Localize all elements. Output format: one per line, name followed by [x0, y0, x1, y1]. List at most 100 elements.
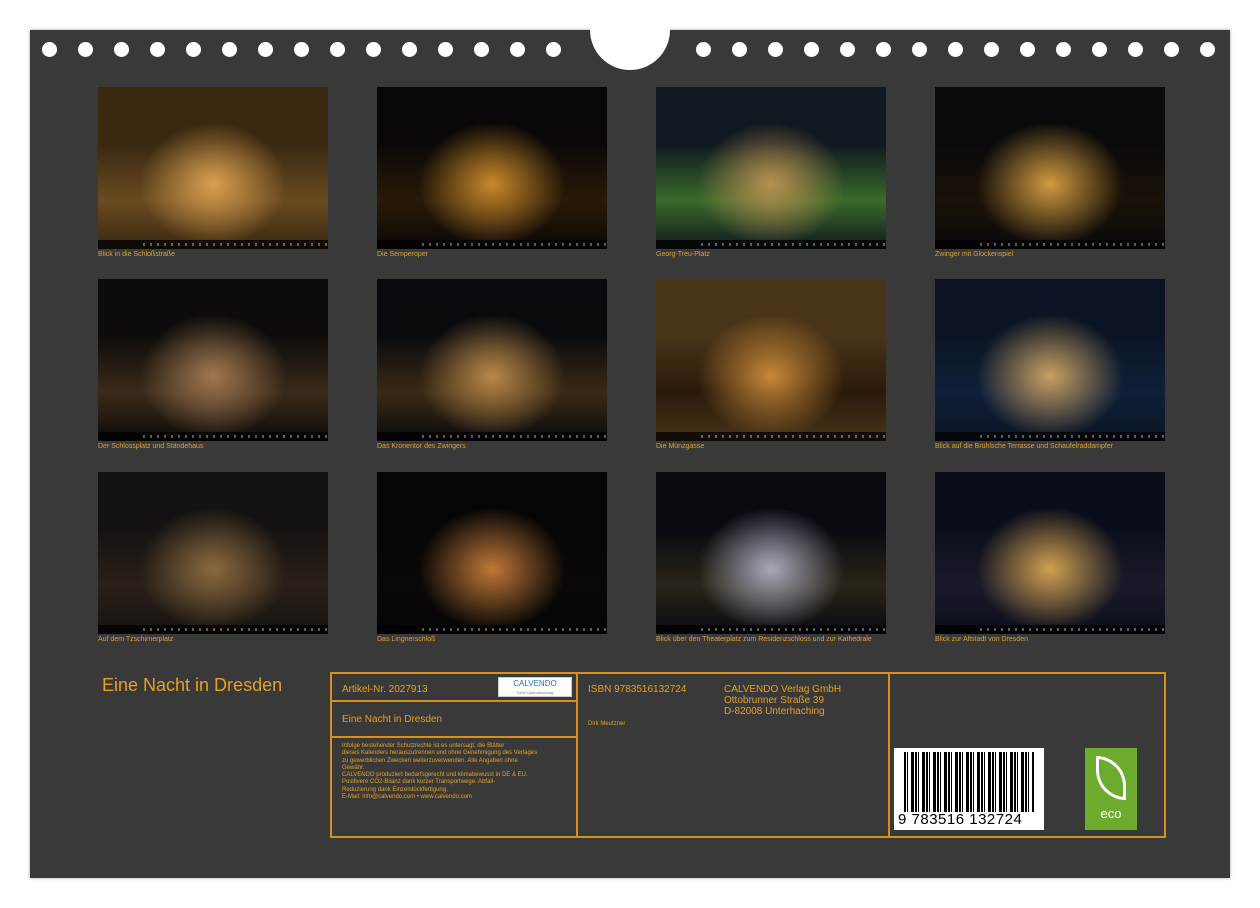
binding-hole — [948, 42, 963, 57]
photo-caption: Georg-Treu-Platz — [656, 251, 710, 258]
photo-image — [98, 279, 328, 441]
photo-caption: Das Lingnerschloß — [377, 636, 436, 643]
info-box: Artikel-Nr. 2027913 CALVENDO Dein Kalend… — [330, 672, 1166, 838]
binding-hole — [1128, 42, 1143, 57]
binding-hole — [330, 42, 345, 57]
month-day-strip — [98, 625, 328, 634]
calendar-back-cover: Blick in die Schloßstraße Die Semperoper G… — [30, 22, 1230, 878]
calendar-photo: Blick über den Theaterplatz zum Residenz… — [656, 472, 886, 643]
photo-image — [98, 87, 328, 249]
photo-image — [98, 472, 328, 634]
binding-hole — [1092, 42, 1107, 57]
publisher-line: CALVENDO Verlag GmbH — [724, 684, 842, 695]
calendar-title: Eine Nacht in Dresden — [102, 675, 283, 695]
binding-hole — [42, 42, 57, 57]
publisher-line: Ottobrunner Straße 39 — [724, 695, 825, 706]
photo-image — [656, 279, 886, 441]
calendar-photo: Das Lingnerschloß — [377, 472, 607, 643]
publisher-line: D-82008 Unterhaching — [724, 706, 825, 717]
binding-hole — [1164, 42, 1179, 57]
binding-hole — [510, 42, 525, 57]
month-day-strip — [98, 432, 328, 441]
binding-hole — [1200, 42, 1215, 57]
photo-caption: Zwinger mit Glockenspiel — [935, 251, 1014, 258]
month-day-strip — [935, 625, 1165, 634]
binding-hole — [366, 42, 381, 57]
binding-hole — [1020, 42, 1035, 57]
photo-image — [935, 87, 1165, 249]
photo-caption: Der Schlossplatz und Ständehaus — [98, 443, 204, 450]
calendar-photo: Der Schlossplatz und Ständehaus — [98, 279, 328, 450]
binding-hole — [402, 42, 417, 57]
month-day-strip — [377, 432, 607, 441]
photo-image — [656, 87, 886, 249]
info-calendar-title: Eine Nacht in Dresden — [342, 714, 443, 725]
calendar-photo: Auf dem Tzschirnerplatz — [98, 472, 328, 643]
logo-text: CALVENDO — [513, 679, 557, 688]
binding-hole — [294, 42, 309, 57]
month-day-strip — [656, 432, 886, 441]
binding-hole — [150, 42, 165, 57]
photo-image — [377, 472, 607, 634]
photo-caption: Blick zur Altstadt von Dresden — [935, 636, 1028, 643]
isbn: ISBN 9783516132724 — [588, 684, 687, 695]
barcode-bars — [904, 752, 1034, 812]
publisher-address: CALVENDO Verlag GmbH Ottobrunner Straße 3… — [724, 684, 841, 717]
binding-hole — [1056, 42, 1071, 57]
photo-caption: Blick auf die Brühlsche Terrasse und Sch… — [935, 443, 1114, 450]
binding-hole — [804, 42, 819, 57]
calendar-photo: Blick zur Altstadt von Dresden — [935, 472, 1165, 643]
binding-hole — [876, 42, 891, 57]
photo-image — [656, 472, 886, 634]
photo-caption: Das Kronentor des Zwingers — [377, 443, 466, 450]
eco-label: eco — [1100, 806, 1122, 821]
calendar-photo: Blick auf die Brühlsche Terrasse und Sch… — [935, 279, 1165, 450]
month-day-strip — [377, 625, 607, 634]
article-number: Artikel-Nr. 2027913 — [342, 684, 428, 695]
month-day-strip — [935, 240, 1165, 249]
calendar-photo: Die Semperoper — [377, 87, 607, 258]
calvendo-logo: CALVENDO Dein Kalenderverlag — [498, 677, 572, 697]
legal-line: Positivere CO2-Bilanz dank kurzer Transp… — [342, 779, 496, 786]
photo-caption: Die Semperoper — [377, 251, 428, 258]
calendar-photo: Zwinger mit Glockenspiel — [935, 87, 1165, 258]
binding-hole — [438, 42, 453, 57]
binding-hole — [840, 42, 855, 57]
legal-line: E-Mail: info@calvendo.com • www.calvendo… — [342, 794, 472, 801]
binding-hole — [546, 42, 561, 57]
photo-image — [935, 279, 1165, 441]
binding-hole — [474, 42, 489, 57]
month-day-strip — [935, 432, 1165, 441]
barcode: 9 783516 132724 — [894, 748, 1044, 830]
eco-badge: eco — [1085, 748, 1137, 830]
month-day-strip — [377, 240, 607, 249]
binding-hole — [732, 42, 747, 57]
legal-line: dieses Kalenders herauszutrennen und ohn… — [342, 750, 538, 757]
binding-hole — [114, 42, 129, 57]
binding-hole — [258, 42, 273, 57]
legal-line: CALVENDO produziert bedarfsgerecht und k… — [342, 772, 528, 779]
binding-hole — [912, 42, 927, 57]
binding-hole — [696, 42, 711, 57]
legal-line: Gewähr. — [342, 764, 365, 771]
logo-subtext: Dein Kalenderverlag — [516, 690, 554, 695]
photo-image — [377, 87, 607, 249]
photo-caption: Die Münzgasse — [656, 443, 705, 450]
legal-line: Infolge bestehender Schutzrechte ist es … — [342, 743, 505, 749]
leaf-icon — [1096, 756, 1126, 800]
month-day-strip — [98, 240, 328, 249]
legal-notice: Infolge bestehender Schutzrechte ist es … — [342, 743, 537, 801]
legal-line: zu gewerblichen Zwecken weiterzuverwende… — [342, 757, 518, 764]
calendar-photo: Die Münzgasse — [656, 279, 886, 450]
photo-image — [377, 279, 607, 441]
binding-hole — [78, 42, 93, 57]
binding-hole — [186, 42, 201, 57]
calendar-photo: Blick in die Schloßstraße — [98, 87, 328, 258]
month-day-strip — [656, 240, 886, 249]
binding-hole — [768, 42, 783, 57]
photo-caption: Blick über den Theaterplatz zum Residenz… — [656, 636, 872, 643]
calendar-photo: Georg-Treu-Platz — [656, 87, 886, 258]
legal-line: Reduzierung dank Einzelstückfertigung. — [342, 786, 448, 793]
binding-hole — [222, 42, 237, 57]
photo-caption: Auf dem Tzschirnerplatz — [98, 636, 174, 643]
